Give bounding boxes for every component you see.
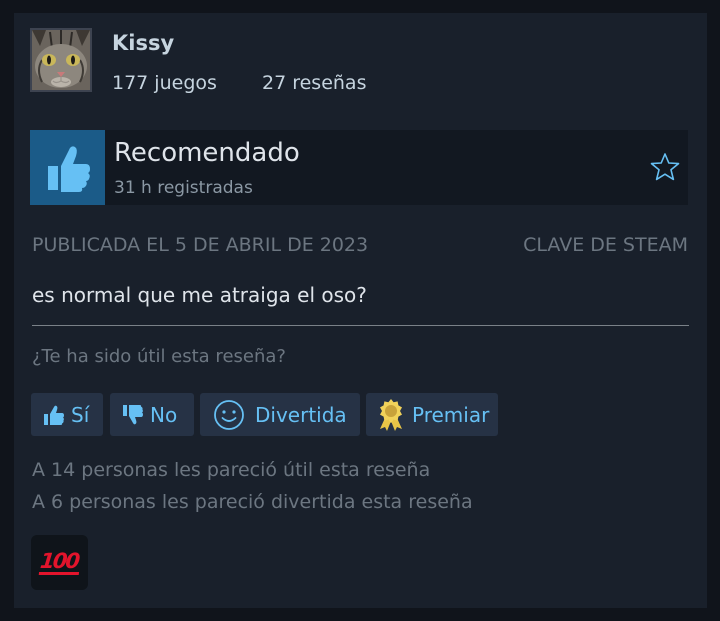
review-card: Kissy 177 juegos 27 reseñas Recomendado …	[14, 13, 707, 608]
games-count[interactable]: 177 juegos	[112, 72, 217, 94]
avatar[interactable]	[30, 28, 92, 92]
posted-date: PUBLICADA EL 5 DE ABRIL DE 2023	[32, 234, 369, 256]
reviews-count[interactable]: 27 reseñas	[262, 72, 366, 94]
verdict-banner: Recomendado 31 h registradas	[30, 130, 688, 205]
vote-funny-label: Divertida	[255, 402, 347, 427]
thumbs-down-icon	[123, 404, 143, 424]
vote-no-label: No	[150, 402, 178, 427]
review-text: es normal que me atraiga el oso?	[32, 283, 367, 307]
smiley-icon	[214, 399, 244, 430]
verdict-title: Recomendado	[114, 138, 300, 168]
star-icon[interactable]	[650, 152, 680, 182]
divider	[32, 325, 689, 326]
award-ribbon-icon	[380, 398, 402, 431]
award-button[interactable]: Premiar	[366, 393, 498, 436]
vote-yes-button[interactable]: Sí	[31, 393, 103, 436]
thumbs-up-icon	[44, 405, 64, 425]
vote-no-button[interactable]: No	[110, 393, 194, 436]
author-name[interactable]: Kissy	[112, 31, 174, 55]
award-label: Premiar	[412, 402, 490, 427]
hundred-points-icon: 100	[38, 548, 81, 575]
hours-played: 31 h registradas	[114, 178, 253, 198]
thumbs-up-icon	[30, 130, 105, 205]
product-source: CLAVE DE STEAM	[523, 234, 688, 256]
funny-count: A 6 personas les pareció divertida esta …	[32, 491, 473, 513]
helpful-question: ¿Te ha sido útil esta reseña?	[32, 346, 286, 367]
vote-funny-button[interactable]: Divertida	[200, 393, 360, 436]
helpful-count: A 14 personas les pareció útil esta rese…	[32, 459, 431, 481]
reaction-award[interactable]: 100	[31, 535, 88, 590]
vote-yes-label: Sí	[71, 402, 90, 427]
